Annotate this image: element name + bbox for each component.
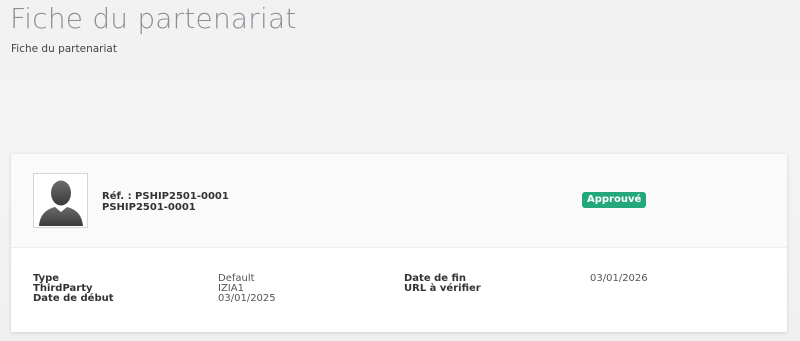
avatar — [33, 173, 88, 228]
status-badge: Approuvé — [582, 192, 647, 208]
field-value-date-debut: 03/01/2025 — [218, 293, 276, 304]
page-subtitle: Fiche du partenariat — [11, 43, 117, 55]
ref-sub: PSHIP2501-0001 — [102, 202, 196, 213]
reference-block: Réf. : PSHIP2501-0001 PSHIP2501-0001 — [102, 191, 229, 213]
field-value-date-fin: 03/01/2026 — [590, 273, 648, 284]
ref-label: Réf. : PSHIP2501-0001 — [102, 191, 229, 202]
page-title: Fiche du partenariat — [10, 2, 297, 35]
field-label-url-verifier: URL à vérifier — [404, 283, 481, 294]
user-silhouette-icon — [38, 180, 83, 226]
partnership-card: Réf. : PSHIP2501-0001 PSHIP2501-0001 App… — [11, 154, 787, 332]
card-header: Réf. : PSHIP2501-0001 PSHIP2501-0001 App… — [11, 154, 787, 248]
field-label-date-debut: Date de début — [33, 293, 114, 304]
